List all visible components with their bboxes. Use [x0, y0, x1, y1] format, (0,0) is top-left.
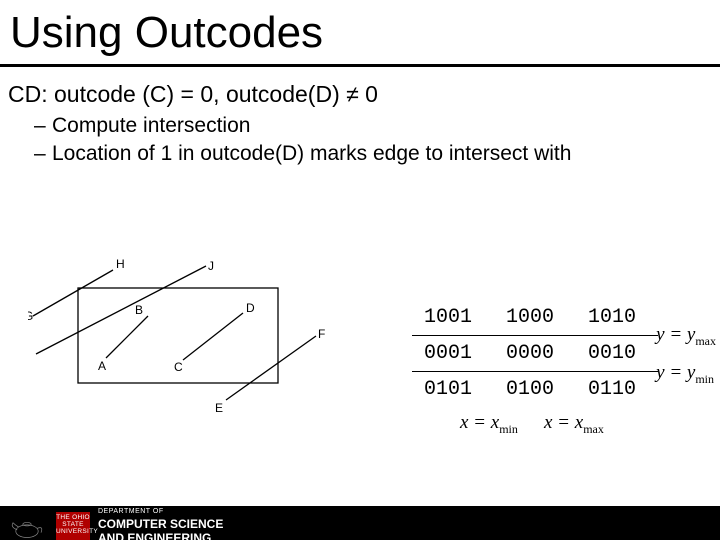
osu-line2: STATE [56, 521, 90, 528]
title-underline [0, 64, 720, 67]
outcode-cell: 1001 [412, 300, 494, 336]
sub-bullet-1: –Compute intersection [34, 114, 720, 138]
outcode-cell: 0100 [494, 372, 576, 408]
outcode-cell: 0110 [576, 372, 658, 408]
ymin-label: y = ymin [656, 362, 714, 387]
label-d: D [246, 301, 255, 315]
case-prefix: CD: outcode (C) = 0, outcode(D) [8, 81, 346, 107]
osu-line1: THE OHIO [56, 514, 90, 521]
table-row: 1001 1000 1010 [412, 300, 658, 336]
outcode-cell: 0001 [412, 336, 494, 372]
outcode-cell: 1010 [576, 300, 658, 336]
label-h: H [116, 258, 125, 271]
outcode-cell: 0010 [576, 336, 658, 372]
dash-icon: – [34, 142, 52, 166]
label-f: F [318, 327, 325, 341]
label-c: C [174, 360, 183, 374]
dept-block: DEPARTMENT OF COMPUTER SCIENCE AND ENGIN… [98, 508, 223, 540]
label-g: G [28, 309, 33, 323]
osu-logo: THE OHIO STATE UNIVERSITY [56, 512, 90, 540]
neq-symbol: ≠ [346, 81, 359, 107]
dept-line2: AND ENGINEERING [98, 531, 223, 540]
label-a: A [98, 359, 106, 373]
table-row: 0001 0000 0010 [412, 336, 658, 372]
case-suffix: 0 [359, 81, 378, 107]
ymax-label: y = ymax [656, 324, 716, 349]
outcode-cell: 1000 [494, 300, 576, 336]
dash-icon: – [34, 114, 52, 138]
outcode-table: 1001 1000 1010 0001 0000 0010 0101 0100 … [412, 300, 658, 407]
teapot-icon [6, 512, 48, 540]
sub-bullet-2-text: Location of 1 in outcode(D) marks edge t… [52, 142, 571, 165]
sub-bullet-1-text: Compute intersection [52, 114, 250, 137]
label-e: E [215, 401, 223, 415]
slide-title: Using Outcodes [10, 8, 720, 58]
outcode-cell: 0000 [494, 336, 576, 372]
label-j: J [208, 259, 214, 273]
outcode-cell: 0101 [412, 372, 494, 408]
footer-bar: THE OHIO STATE UNIVERSITY DEPARTMENT OF … [0, 506, 720, 540]
osu-line3: UNIVERSITY [56, 528, 90, 535]
dept-lead: DEPARTMENT OF [98, 508, 223, 516]
dept-line1: COMPUTER SCIENCE [98, 517, 223, 531]
label-b: B [135, 303, 143, 317]
xmax-label: x = xmax [544, 412, 604, 437]
table-row: 0101 0100 0110 [412, 372, 658, 408]
case-line: CD: outcode (C) = 0, outcode(D) ≠ 0 [8, 81, 720, 108]
xmin-label: x = xmin [460, 412, 518, 437]
sub-bullet-2: –Location of 1 in outcode(D) marks edge … [34, 142, 720, 166]
clipping-diagram: G H I J A B C D E F [28, 258, 338, 428]
